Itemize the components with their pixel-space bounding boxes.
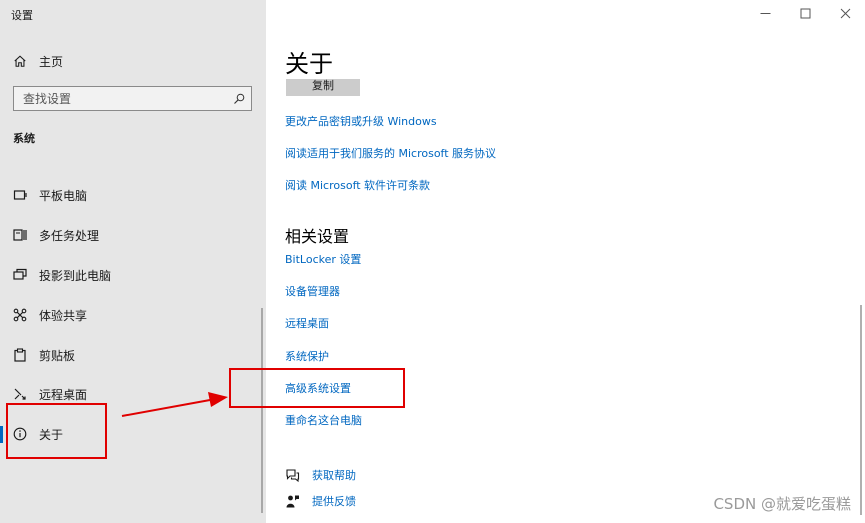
watermark: CSDN @就爱吃蛋糕 (713, 495, 851, 513)
annotation-arrow (121, 392, 228, 417)
